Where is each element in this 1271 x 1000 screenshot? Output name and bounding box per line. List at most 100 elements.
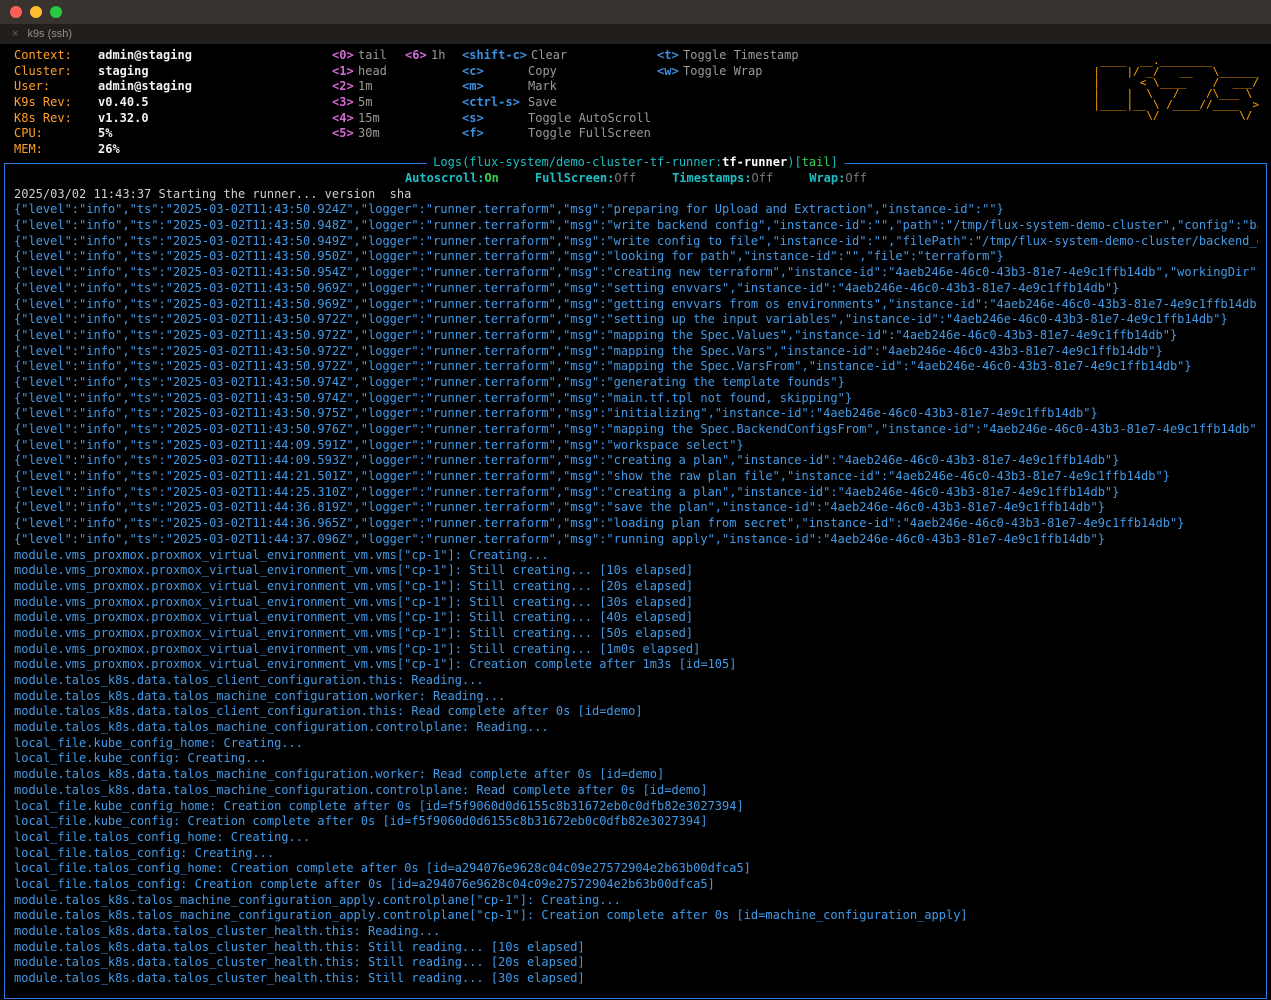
cluster-info-row: User:admin@staging [14,79,332,95]
log-line: {"level":"info","ts":"2025-03-02T11:43:5… [14,422,1258,438]
menu-hint-label: Copy [528,64,557,78]
info-label: Context: [14,48,98,64]
status-toggle-label: Timestamps: [672,171,751,185]
menu-hint-label: Toggle FullScreen [528,126,651,140]
log-line: 2025/03/02 11:43:37 Starting the runner.… [14,187,1258,203]
title-pod-path: flux-system/demo-cluster-tf-runner [469,155,715,169]
cluster-info-panel: Context:admin@staging Cluster:staging Us… [14,48,332,158]
menu-hint: <4> 15m [332,111,405,127]
log-line: {"level":"info","ts":"2025-03-02T11:43:5… [14,406,1258,422]
menu-hint-label: 5m [358,95,372,109]
menu-hint-key: <c> [462,64,524,80]
log-line: module.vms_proxmox.proxmox_virtual_envir… [14,579,1258,595]
log-line: {"level":"info","ts":"2025-03-02T11:44:3… [14,516,1258,532]
menu-hint: <3>5m [332,95,405,111]
log-panel-title: Logs(flux-system/demo-cluster-tf-runner:… [426,155,845,171]
log-line: module.talos_k8s.data.talos_cluster_heal… [14,971,1258,987]
log-line: {"level":"info","ts":"2025-03-02T11:44:3… [14,500,1258,516]
log-line: module.talos_k8s.data.talos_cluster_heal… [14,940,1258,956]
menu-hint: <m>Mark [462,79,657,95]
log-output[interactable]: 2025/03/02 11:43:37 Starting the runner.… [14,187,1258,987]
log-line: local_file.kube_config_home: Creation co… [14,799,1258,815]
menu-hint: <1> head [332,64,405,80]
menu-hint: <c> Copy [462,64,657,80]
menu-hint: <w>Toggle Wrap [657,64,872,80]
log-line: {"level":"info","ts":"2025-03-02T11:43:5… [14,312,1258,328]
menu-hint-label: 15m [358,111,380,125]
menu-hint: <5>30m [332,126,405,142]
menu-hint-label: Clear [531,48,567,62]
title-mode: tail [802,155,831,169]
window-titlebar [0,0,1271,24]
minimize-window-button[interactable] [30,6,42,18]
tab-bar: × k9s (ssh) [0,24,1271,44]
cluster-info-row: CPU:5% [14,126,332,142]
log-line: {"level":"info","ts":"2025-03-02T11:43:5… [14,218,1258,234]
log-line: local_file.talos_config: Creation comple… [14,877,1258,893]
log-line: {"level":"info","ts":"2025-03-02T11:44:0… [14,438,1258,454]
menu-hint-key: <shift-c> [462,48,527,64]
log-line: local_file.talos_config_home: Creation c… [14,861,1258,877]
info-label: Cluster: [14,64,98,80]
log-status-bar: Autoscroll:On FullScreen:Off Timestamps:… [14,171,1258,187]
log-line: module.vms_proxmox.proxmox_virtual_envir… [14,563,1258,579]
log-line: module.vms_proxmox.proxmox_virtual_envir… [14,610,1258,626]
menu-hint: <2>1m [332,79,405,95]
log-line: {"level":"info","ts":"2025-03-02T11:43:5… [14,265,1258,281]
info-value: staging [98,64,149,78]
cluster-info-row: MEM:26% [14,142,332,158]
title-colon: : [715,155,722,169]
menu-column-actions: <shift-c>Clear <c>Copy <m>Mark <ctrl-s>S… [462,48,657,158]
cluster-info-row: K9s Rev:v0.40.5 [14,95,332,111]
menu-hint-key: <t> [657,48,679,64]
cluster-info-row: Cluster:staging [14,64,332,80]
info-label: User: [14,79,98,95]
log-panel-content: Autoscroll:On FullScreen:Off Timestamps:… [5,164,1266,998]
menu-hint-label: Save [528,95,557,109]
log-line: {"level":"info","ts":"2025-03-02T11:44:0… [14,453,1258,469]
status-toggle-label: FullScreen: [535,171,614,185]
log-line: local_file.kube_config_home: Creating... [14,736,1258,752]
log-line: module.talos_k8s.talos_machine_configura… [14,893,1258,909]
menu-hint: <shift-c> Clear [462,48,657,64]
log-line: module.talos_k8s.data.talos_machine_conf… [14,767,1258,783]
title-logs: Logs( [433,155,469,169]
log-line: module.talos_k8s.data.talos_cluster_heal… [14,955,1258,971]
menu-hint-key: <4> [332,111,354,127]
tab-k9s-ssh[interactable]: × k9s (ssh) [12,28,72,40]
menu-column-toggles: <t>Toggle Timestamp <w>Toggle Wrap [657,48,872,158]
log-line: {"level":"info","ts":"2025-03-02T11:44:3… [14,532,1258,548]
info-value: admin@staging [98,79,192,93]
menu-hint-label: head [358,64,387,78]
log-line: module.vms_proxmox.proxmox_virtual_envir… [14,657,1258,673]
menu-hint: <6>1h [405,48,462,64]
log-line: {"level":"info","ts":"2025-03-02T11:43:5… [14,375,1258,391]
log-line: {"level":"info","ts":"2025-03-02T11:43:5… [14,391,1258,407]
menu-column-ranges: <0>tail <1> head <2>1m <3>5m <4> 15m <5>30… [332,48,405,158]
info-value: admin@staging [98,48,192,62]
tab-close-icon[interactable]: × [12,28,18,40]
terminal-screen: Context:admin@staging Cluster:staging Us… [0,44,1271,1000]
menu-hint-key: <5> [332,126,354,142]
info-label: K9s Rev: [14,95,98,111]
info-value: 26% [98,142,120,156]
log-line: {"level":"info","ts":"2025-03-02T11:44:2… [14,485,1258,501]
menu-hint: <0>tail [332,48,405,64]
menu-hint: <s>Toggle AutoScroll [462,111,657,127]
log-line: module.vms_proxmox.proxmox_virtual_envir… [14,642,1258,658]
cluster-info-row: Context:admin@staging [14,48,332,64]
menu-hint-key: <1> [332,64,354,80]
menu-hint-key: <m> [462,79,524,95]
log-line: module.vms_proxmox.proxmox_virtual_envir… [14,548,1258,564]
close-window-button[interactable] [10,6,22,18]
zoom-window-button[interactable] [50,6,62,18]
status-toggle-label: Wrap: [809,171,845,185]
status-toggle: Timestamps:Off [672,171,773,187]
log-line: module.vms_proxmox.proxmox_virtual_envir… [14,626,1258,642]
menu-hint-key: <s> [462,111,524,127]
log-line: module.talos_k8s.data.talos_client_confi… [14,673,1258,689]
title-bracket-open: [ [794,155,801,169]
status-toggle: FullScreen:Off [535,171,636,187]
status-toggle: Autoscroll:On [405,171,499,187]
status-toggle-value: Off [845,171,867,185]
